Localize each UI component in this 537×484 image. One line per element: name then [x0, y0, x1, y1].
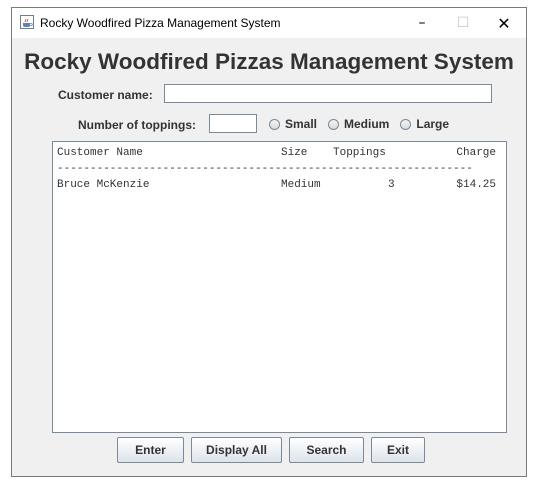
exit-button[interactable]: Exit [371, 437, 425, 463]
title-bar[interactable]: Rocky Woodfired Pizza Management System … [12, 8, 526, 38]
search-button[interactable]: Search [289, 437, 364, 463]
customer-name-input[interactable] [164, 84, 492, 103]
size-radio-label: Medium [344, 117, 390, 131]
radio-circle-icon [400, 118, 412, 130]
order-output-area[interactable]: Customer Name Size Toppings Charge -----… [52, 141, 507, 433]
order-row: Bruce McKenzie Medium 3 $14.25 [57, 179, 502, 195]
radio-circle-icon [328, 118, 340, 130]
header-toppings: Toppings [333, 147, 386, 159]
size-radio-group: Small Medium Large [269, 117, 460, 131]
size-radio-label: Large [416, 117, 450, 131]
toppings-input[interactable] [209, 114, 257, 133]
size-radio-small[interactable]: Small [269, 117, 317, 131]
customer-name-label: Customer name: [58, 88, 153, 102]
header-size: Size [281, 147, 308, 159]
order-size: Medium [281, 179, 321, 191]
order-customer-name: Bruce McKenzie [57, 179, 150, 191]
action-buttons: Enter Display All Search Exit [117, 437, 425, 463]
minimize-button[interactable]: – [407, 12, 437, 34]
order-toppings: 3 [388, 179, 395, 191]
header-charge: Charge [456, 147, 496, 159]
enter-button[interactable]: Enter [117, 437, 184, 463]
window-title: Rocky Woodfired Pizza Management System [40, 16, 281, 30]
close-button[interactable]: ✕ [489, 12, 519, 34]
header-customer-name: Customer Name [57, 147, 143, 159]
output-divider: ----------------------------------------… [57, 163, 473, 173]
display-all-button[interactable]: Display All [191, 437, 282, 463]
order-charge: $14.25 [456, 179, 496, 191]
app-window: Rocky Woodfired Pizza Management System … [11, 7, 527, 477]
size-radio-medium[interactable]: Medium [328, 117, 389, 131]
size-radio-label: Small [285, 117, 318, 131]
java-coffee-icon [20, 15, 34, 29]
page-title: Rocky Woodfired Pizzas Management System [24, 49, 514, 74]
size-radio-large[interactable]: Large [400, 117, 449, 131]
radio-circle-icon [269, 118, 280, 130]
output-header-row: Customer Name Size Toppings Charge [57, 147, 502, 163]
toppings-label: Number of toppings: [78, 118, 196, 132]
maximize-button[interactable]: ☐ [448, 12, 478, 34]
